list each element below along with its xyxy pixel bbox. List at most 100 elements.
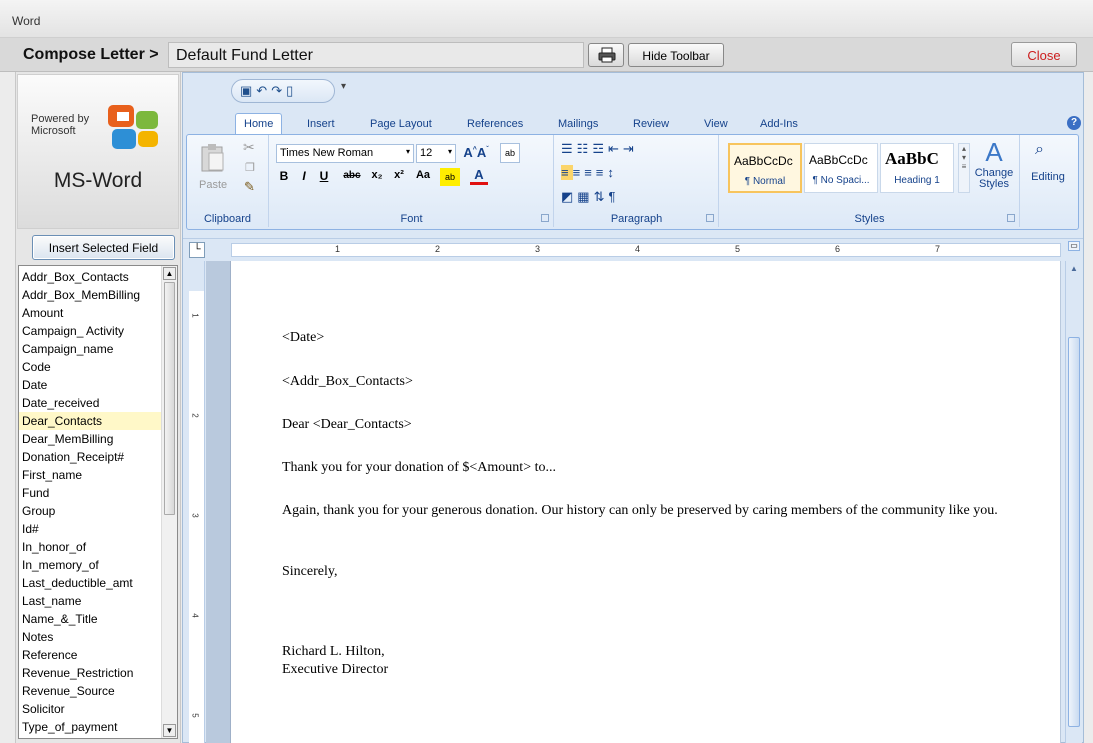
clear-formatting-icon[interactable]: ab <box>500 143 520 163</box>
center-icon[interactable]: ≡ <box>573 165 585 180</box>
show-formatting-icon[interactable]: ¶ <box>609 189 620 204</box>
document-scrollbar[interactable]: ▭ ▲ <box>1065 241 1082 743</box>
font-color-icon[interactable]: A <box>470 167 488 185</box>
redo-icon[interactable]: ↷ <box>271 83 286 98</box>
paragraph-buttons[interactable]: ◩▦⇅¶ <box>561 189 619 205</box>
doc-line-date[interactable]: <Date> <box>282 329 1022 347</box>
style-normal[interactable]: AaBbCcDc ¶ Normal <box>728 143 802 193</box>
field-list-item[interactable]: In_honor_of <box>19 538 162 556</box>
field-list-item[interactable]: In_memory_of <box>19 556 162 574</box>
doc-line-body[interactable]: Again, thank you for your generous donat… <box>282 502 1022 520</box>
indent-icon[interactable]: ⇤ <box>608 141 623 156</box>
doc-line-closing[interactable]: Sincerely, <box>282 563 1022 581</box>
format-painter-icon[interactable]: ✎ <box>244 179 255 195</box>
alignment-buttons[interactable]: ≡≡≡≡↕ <box>561 165 618 180</box>
grow-shrink-font-icon[interactable]: A^Aˇ <box>462 145 490 160</box>
field-list-item[interactable]: Donation_Receipt# <box>19 448 162 466</box>
bold-icon[interactable]: B <box>276 169 292 183</box>
style-no-spacing[interactable]: AaBbCcDc ¶ No Spaci... <box>804 143 878 193</box>
quick-access-toolbar[interactable]: ▣↶↷▯ <box>231 79 335 103</box>
field-list-item[interactable]: Revenue_Source <box>19 682 162 700</box>
subscript-icon[interactable]: x₂ <box>368 169 386 181</box>
align-right-icon[interactable]: ≡ <box>584 165 596 180</box>
view-ruler-icon[interactable]: ▭ <box>1068 241 1080 251</box>
horizontal-ruler[interactable]: └ 1 2 3 4 5 6 7 <box>183 238 1083 260</box>
hide-toolbar-button[interactable]: Hide Toolbar <box>628 43 724 67</box>
field-list-item[interactable]: Dear_MemBilling <box>19 430 162 448</box>
save-icon[interactable]: ▣ <box>240 83 256 98</box>
help-icon[interactable]: ? <box>1067 116 1081 130</box>
tab-review[interactable]: Review <box>633 118 669 130</box>
numbering-icon[interactable]: ☷ <box>577 141 593 156</box>
tab-add-ins[interactable]: Add-Ins <box>760 118 798 130</box>
styles-scroll-icon[interactable]: ▴ ▾ ≡ <box>958 143 970 193</box>
binoculars-icon[interactable]: ⌕ <box>1035 141 1044 159</box>
change-styles-button[interactable]: A Change Styles <box>974 137 1014 197</box>
editing-button[interactable]: Editing <box>1025 171 1071 183</box>
field-list-item[interactable]: Campaign_name <box>19 340 162 358</box>
close-button[interactable]: Close <box>1011 42 1077 67</box>
field-list-item[interactable]: First_name <box>19 466 162 484</box>
field-list-item[interactable]: Name_&_Title <box>19 610 162 628</box>
paragraph-dialog-launcher-icon[interactable] <box>706 214 714 222</box>
scroll-thumb[interactable] <box>164 282 175 515</box>
font-size-field[interactable]: 12 ▾ <box>416 144 456 163</box>
scroll-up-arrow-icon[interactable]: ▲ <box>163 267 176 280</box>
superscript-icon[interactable]: x² <box>390 169 408 181</box>
cut-icon[interactable]: ✂ <box>243 139 255 156</box>
scroll-up-arrow-icon[interactable]: ▲ <box>1068 264 1080 274</box>
field-list-item[interactable]: Date <box>19 376 162 394</box>
paste-icon[interactable] <box>199 143 227 173</box>
doc-line-signature-name[interactable]: Richard L. Hilton, <box>282 643 1022 661</box>
undo-icon[interactable]: ↶ <box>256 83 271 98</box>
tab-references[interactable]: References <box>467 118 523 130</box>
tab-home[interactable]: Home <box>235 113 283 135</box>
print-button[interactable] <box>588 43 624 67</box>
font-name-field[interactable]: Times New Roman ▾ <box>276 144 414 163</box>
field-list[interactable]: Addr_Box_Contacts Addr_Box_MemBilling Amou… <box>18 265 178 739</box>
copy-icon[interactable]: ❐ <box>245 161 255 174</box>
justify-icon[interactable]: ≡ <box>596 165 608 180</box>
field-list-item[interactable]: Date_received <box>19 394 162 412</box>
doc-line-address[interactable]: <Addr_Box_Contacts> <box>282 373 1022 391</box>
customize-toolbar-icon[interactable]: ▾ <box>341 81 346 92</box>
doc-line-salutation[interactable]: Dear <Dear_Contacts> <box>282 416 1022 434</box>
borders-icon[interactable]: ▦ <box>577 189 593 204</box>
sort-icon[interactable]: ⇅ <box>594 189 609 204</box>
change-case-icon[interactable]: Aa <box>412 169 434 181</box>
field-list-item[interactable]: Fund <box>19 484 162 502</box>
doc-line-thanks[interactable]: Thank you for your donation of $<Amount>… <box>282 459 1022 477</box>
list-buttons[interactable]: ☰☷☲⇤⇥ <box>561 141 638 157</box>
new-document-icon[interactable]: ▯ <box>286 83 297 98</box>
scroll-down-arrow-icon[interactable]: ▼ <box>163 724 176 737</box>
field-list-item[interactable]: Addr_Box_Contacts <box>19 268 162 286</box>
field-list-item[interactable]: Type_of_payment <box>19 718 162 736</box>
doc-line-signature-title[interactable]: Executive Director <box>282 661 1022 679</box>
multilevel-list-icon[interactable]: ☲ <box>592 141 608 156</box>
line-spacing-icon[interactable]: ↕ <box>607 165 618 180</box>
field-list-item[interactable]: Amount <box>19 304 162 322</box>
tab-mailings[interactable]: Mailings <box>558 118 598 130</box>
underline-icon[interactable]: U <box>316 169 332 183</box>
tab-view[interactable]: View <box>704 118 728 130</box>
outdent-icon[interactable]: ⇥ <box>623 141 638 156</box>
letter-name-field[interactable]: Default Fund Letter <box>168 42 584 68</box>
field-list-item[interactable]: Last_deductible_amt <box>19 574 162 592</box>
shading-icon[interactable]: ◩ <box>561 189 577 204</box>
field-list-item[interactable]: Revenue_Restriction <box>19 664 162 682</box>
field-list-item[interactable]: Solicitor <box>19 700 162 718</box>
field-list-item[interactable]: Addr_Box_MemBilling <box>19 286 162 304</box>
align-left-icon[interactable]: ≡ <box>561 165 573 180</box>
field-list-item[interactable]: Dear_Contacts <box>19 412 162 430</box>
field-list-item[interactable]: Last_name <box>19 592 162 610</box>
italic-icon[interactable]: I <box>296 169 312 183</box>
insert-selected-field-button[interactable]: Insert Selected Field <box>32 235 175 260</box>
styles-dialog-launcher-icon[interactable] <box>1007 214 1015 222</box>
field-list-item[interactable]: Campaign_ Activity <box>19 322 162 340</box>
paste-label[interactable]: Paste <box>199 179 227 191</box>
field-list-item[interactable]: Notes <box>19 628 162 646</box>
field-list-item[interactable]: Code <box>19 358 162 376</box>
tab-insert[interactable]: Insert <box>307 118 335 130</box>
field-list-item[interactable]: Reference <box>19 646 162 664</box>
document-page[interactable]: <Date> <Addr_Box_Contacts> Dear <Dear_Co… <box>230 261 1060 743</box>
